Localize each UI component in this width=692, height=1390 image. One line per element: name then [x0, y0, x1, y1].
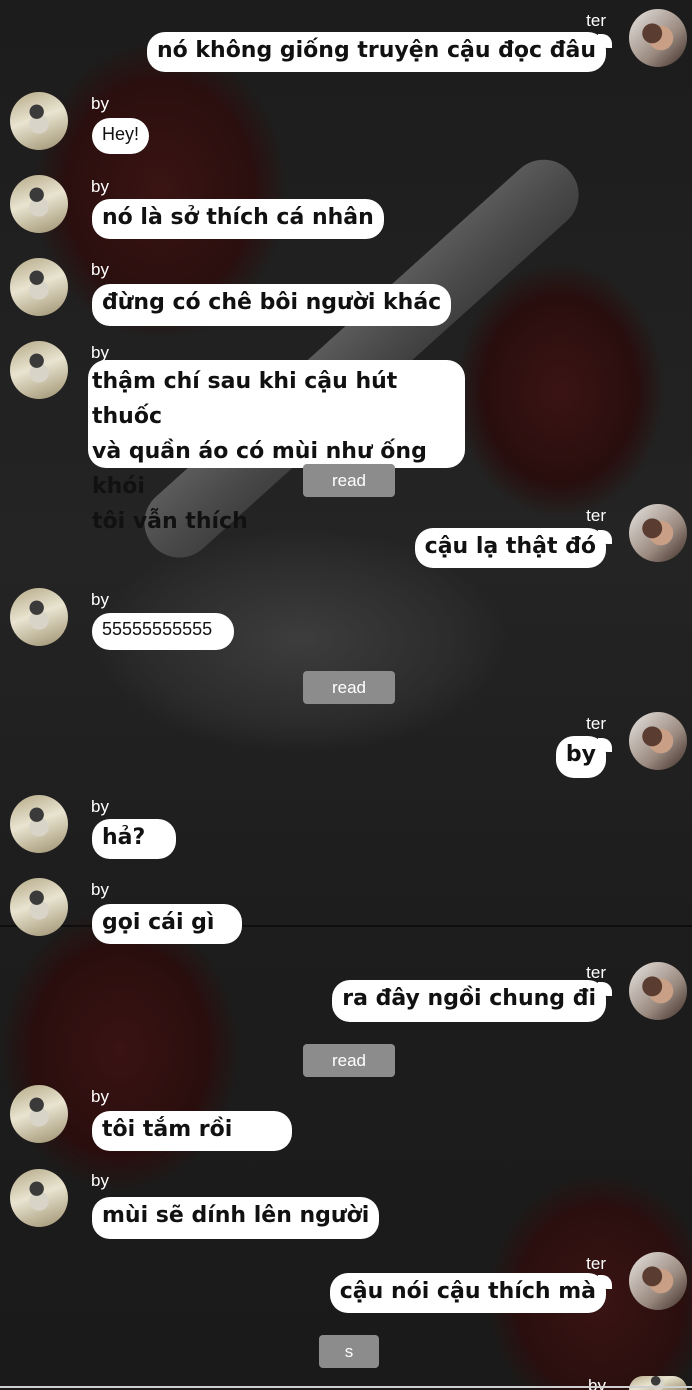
message-bubble[interactable]: tôi tắm rồi — [92, 1111, 292, 1151]
message-bubble[interactable]: by — [555, 736, 613, 778]
message-bubble[interactable]: mùi sẽ dính lên người — [92, 1197, 380, 1239]
message-bubble-multiline[interactable]: thậm chí sau khi cậu hút thuốc và quần á… — [88, 360, 465, 534]
message-bubble[interactable]: ra đây ngồi chung đi — [332, 980, 612, 1022]
message-line: tôi vẫn thích — [92, 509, 248, 534]
sender-name-ter: ter — [586, 506, 606, 525]
avatar-by[interactable] — [10, 588, 68, 646]
avatar-by[interactable] — [10, 795, 68, 853]
sender-name-ter: ter — [586, 714, 606, 733]
avatar-ter[interactable] — [629, 712, 687, 770]
sender-name-ter: ter — [586, 1254, 606, 1273]
message-bubble[interactable]: nó không giống truyện cậu đọc đâu — [146, 32, 613, 72]
sender-name-ter: ter — [586, 11, 606, 30]
message-bubble[interactable]: hả? — [92, 819, 176, 859]
message-bubble[interactable]: cậu nói cậu thích mà — [329, 1273, 613, 1313]
message-bubble[interactable]: 55555555555 — [92, 613, 234, 650]
message-bubble[interactable]: Hey! — [92, 118, 150, 154]
avatar-ter[interactable] — [629, 1252, 687, 1310]
read-receipt: read — [303, 671, 395, 704]
message-line: và quần áo có mùi như ống khói — [92, 439, 427, 499]
sender-name-by: by — [91, 880, 109, 899]
avatar-ter[interactable] — [629, 504, 687, 562]
sender-name-by: by — [91, 1087, 109, 1106]
message-bubble[interactable]: đừng có chê bôi người khác — [92, 284, 452, 326]
sender-name-by: by — [91, 1171, 109, 1190]
message-bubble[interactable]: gọi cái gì — [92, 904, 242, 944]
avatar-by[interactable] — [10, 175, 68, 233]
avatar-by[interactable] — [10, 1085, 68, 1143]
avatar-by[interactable] — [10, 341, 68, 399]
avatar-ter[interactable] — [629, 9, 687, 67]
avatar-by[interactable] — [10, 878, 68, 936]
bottom-border — [0, 1386, 692, 1388]
avatar-ter[interactable] — [629, 962, 687, 1020]
message-bubble[interactable]: nó là sở thích cá nhân — [92, 199, 384, 239]
avatar-by[interactable] — [10, 1169, 68, 1227]
read-receipt: read — [303, 464, 395, 497]
read-receipt: read — [303, 1044, 395, 1077]
message-line: thậm chí sau khi cậu hút thuốc — [92, 369, 398, 429]
sender-name-by: by — [91, 797, 109, 816]
message-bubble[interactable]: cậu lạ thật đó — [414, 528, 613, 568]
sender-name-by: by — [91, 177, 109, 196]
sender-name-by: by — [91, 590, 109, 609]
avatar-by[interactable] — [10, 258, 68, 316]
avatar-by[interactable] — [10, 92, 68, 150]
status-badge: s — [319, 1335, 379, 1368]
sender-name-by: by — [91, 94, 109, 113]
sender-name-by: by — [91, 260, 109, 279]
